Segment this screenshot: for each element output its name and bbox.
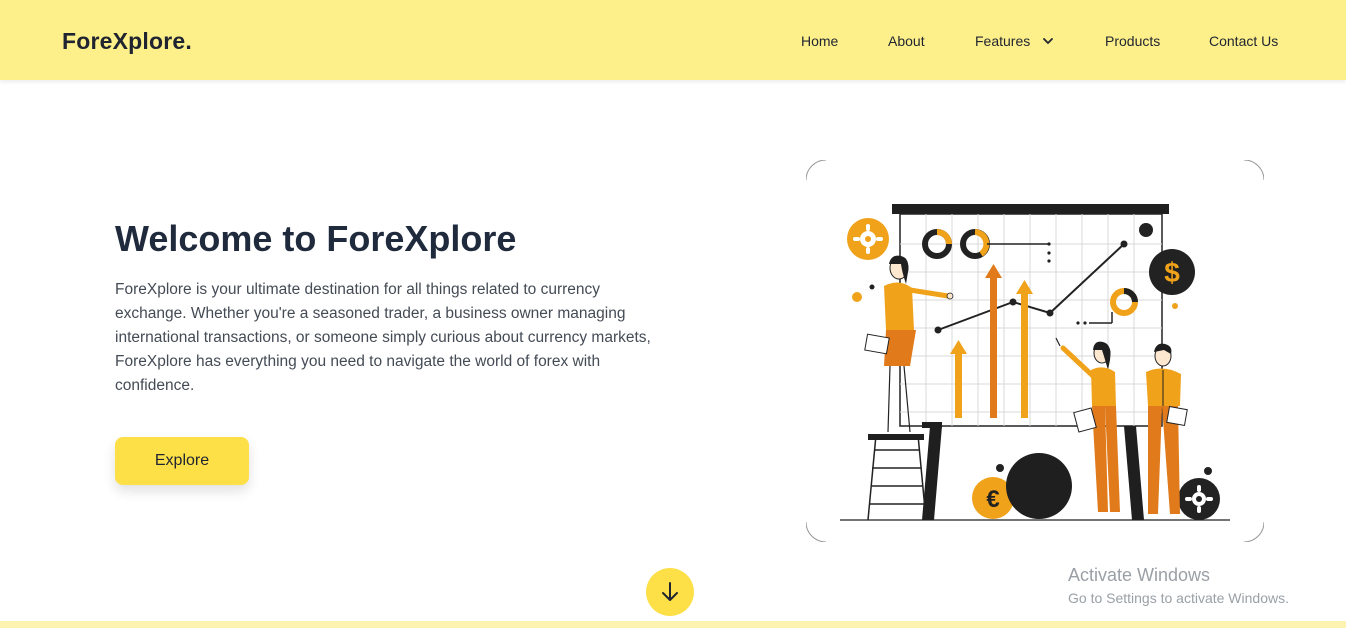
activate-windows-watermark: Activate Windows Go to Settings to activ… <box>1068 565 1289 606</box>
nav-link-about[interactable]: About <box>888 33 925 49</box>
svg-text:€: € <box>986 486 999 513</box>
hero-title: Welcome to ForeXplore <box>115 218 517 259</box>
hero-description: ForeXplore is your ultimate destination … <box>115 281 651 394</box>
explore-button[interactable]: Explore <box>115 437 249 485</box>
hero-illustration: $ € <box>806 160 1264 542</box>
top-navbar: ForeXplore. Home About Features Products… <box>0 0 1346 80</box>
watermark-subtitle: Go to Settings to activate Windows. <box>1068 590 1289 606</box>
nav-link-products[interactable]: Products <box>1105 33 1160 49</box>
scroll-down-button[interactable] <box>646 568 694 616</box>
nav-link-features[interactable]: Features <box>975 33 1054 49</box>
gear-icon <box>1178 478 1220 520</box>
forex-illustration: $ € <box>806 160 1264 542</box>
chevron-down-icon <box>1043 38 1054 44</box>
arrow-down-icon <box>662 582 678 601</box>
nav-link-home[interactable]: Home <box>801 33 838 49</box>
nav-link-features-label: Features <box>975 33 1031 49</box>
gear-icon <box>847 218 889 260</box>
watermark-title: Activate Windows <box>1068 565 1211 585</box>
svg-text:$: $ <box>1164 257 1180 288</box>
nav-links: Home About Features Products Contact Us <box>0 33 1346 53</box>
dollar-icon: $ <box>1149 249 1195 295</box>
next-section-edge <box>0 621 1346 628</box>
nav-link-contact[interactable]: Contact Us <box>1209 33 1278 49</box>
